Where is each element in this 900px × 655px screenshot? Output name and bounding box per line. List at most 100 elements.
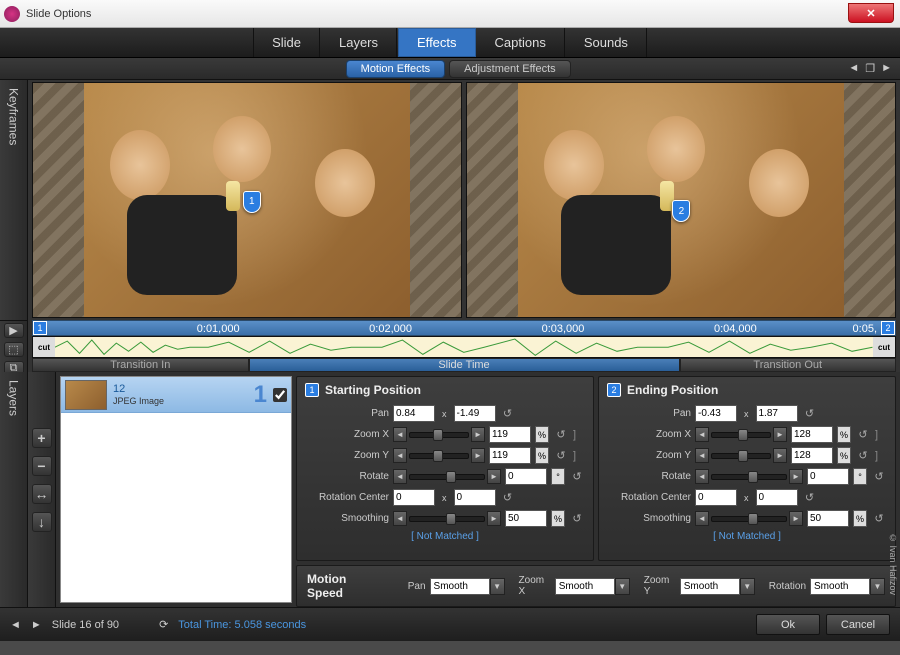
timeline[interactable]: 1 0:01,000 0:02,000 0:03,000 0:04,000 0:…	[28, 320, 900, 372]
reset-icon[interactable]: ↺	[855, 427, 871, 443]
statusbar: ◄ ► Slide 16 of 90 ⟳ Total Time: 5.058 s…	[0, 607, 900, 641]
end-rotcy-input[interactable]	[756, 489, 798, 506]
ok-button[interactable]: Ok	[756, 614, 820, 635]
step-right-icon[interactable]: ►	[471, 427, 485, 442]
tab-slide[interactable]: Slide	[253, 28, 320, 57]
start-rotate-input[interactable]	[505, 468, 547, 485]
timeline-flag-end[interactable]: 2	[881, 321, 895, 335]
next-effect-icon[interactable]: ►	[881, 62, 892, 75]
start-badge: 1	[305, 383, 319, 397]
move-layer-down-icon[interactable]: ↓	[32, 512, 52, 532]
ms-zoomx-select[interactable]	[555, 578, 615, 595]
start-zoomx-input[interactable]	[489, 426, 531, 443]
end-zoomy-input[interactable]	[791, 447, 833, 464]
start-rotcx-input[interactable]	[393, 489, 435, 506]
next-slide-icon[interactable]: ►	[31, 619, 42, 631]
subtab-adjustment-effects[interactable]: Adjustment Effects	[449, 60, 571, 78]
layer-visible-checkbox[interactable]	[273, 388, 287, 402]
end-zoomx-input[interactable]	[791, 426, 833, 443]
reset-icon[interactable]: ↺	[500, 490, 516, 506]
reset-icon[interactable]: ↺	[569, 469, 585, 485]
slide-position: Slide 16 of 90	[52, 619, 119, 631]
tab-layers[interactable]: Layers	[321, 28, 397, 57]
window-close-button[interactable]: ✕	[848, 3, 894, 23]
timeline-flag-start[interactable]: 1	[33, 321, 47, 335]
chevron-down-icon[interactable]: ▼	[615, 578, 630, 595]
titlebar: Slide Options ✕	[0, 0, 900, 28]
prev-slide-icon[interactable]: ◄	[10, 619, 21, 631]
end-zoomy-slider[interactable]	[711, 453, 771, 459]
end-not-matched-link[interactable]: [ Not Matched ]	[607, 531, 887, 542]
tab-effects[interactable]: Effects	[398, 28, 476, 57]
cut-in-button[interactable]: cut	[33, 337, 55, 357]
reset-icon[interactable]: ↺	[871, 469, 887, 485]
cut-out-button[interactable]: cut	[873, 337, 895, 357]
remove-layer-icon[interactable]: −	[32, 456, 52, 476]
start-pan-x-input[interactable]	[393, 405, 435, 422]
preview-end[interactable]: 2	[466, 82, 896, 318]
start-rotcy-input[interactable]	[454, 489, 496, 506]
start-rotate-slider[interactable]	[409, 474, 485, 480]
layer-row[interactable]: 12 JPEG Image 1	[61, 377, 291, 413]
motion-speed-title: Motion Speed	[307, 572, 384, 600]
keyframes-side-label[interactable]: Keyframes	[0, 80, 28, 320]
preview-area: 1 2	[28, 80, 900, 320]
play-icon[interactable]: ▶	[4, 323, 24, 338]
end-pan-y-input[interactable]	[756, 405, 798, 422]
keyframe-marker-1[interactable]: 1	[243, 191, 261, 213]
timeline-ruler[interactable]: 1 0:01,000 0:02,000 0:03,000 0:04,000 0:…	[32, 320, 896, 336]
keyframe-marker-2[interactable]: 2	[672, 200, 690, 222]
tab-captions[interactable]: Captions	[477, 28, 565, 57]
reset-icon[interactable]: ↺	[855, 448, 871, 464]
tab-sounds[interactable]: Sounds	[566, 28, 647, 57]
start-smoothing-slider[interactable]	[409, 516, 485, 522]
window-title: Slide Options	[26, 8, 91, 20]
end-rotate-slider[interactable]	[711, 474, 787, 480]
chevron-down-icon[interactable]: ▼	[490, 578, 505, 595]
segment-transition-out: Transition Out	[680, 358, 897, 372]
reset-icon[interactable]: ↺	[802, 406, 818, 422]
start-title: Starting Position	[325, 383, 421, 397]
preview-start[interactable]: 1	[32, 82, 462, 318]
start-not-matched-link[interactable]: [ Not Matched ]	[305, 531, 585, 542]
move-layer-horiz-icon[interactable]: ↔	[32, 484, 52, 504]
reset-icon[interactable]: ↺	[569, 511, 585, 527]
chevron-down-icon[interactable]: ▼	[740, 578, 755, 595]
chevron-down-icon[interactable]: ▼	[870, 578, 885, 595]
reset-icon[interactable]: ↺	[802, 490, 818, 506]
watermark: © Ivan Hafizov	[888, 533, 898, 595]
prev-effect-icon[interactable]: ◄	[848, 62, 859, 75]
segment-transition-in: Transition In	[32, 358, 249, 372]
subtab-motion-effects[interactable]: Motion Effects	[346, 60, 446, 78]
step-left-icon[interactable]: ◄	[393, 427, 407, 442]
link-zoom-icon[interactable]: ]	[875, 429, 887, 441]
cancel-button[interactable]: Cancel	[826, 614, 890, 635]
end-smoothing-input[interactable]	[807, 510, 849, 527]
add-keyframe-icon[interactable]: ⬚	[4, 342, 24, 357]
link-zoom-icon[interactable]: ]	[573, 429, 585, 441]
layers-side-label[interactable]: Layers	[0, 372, 28, 607]
end-rotate-input[interactable]	[807, 468, 849, 485]
start-zoomy-slider[interactable]	[409, 453, 469, 459]
ms-rotation-select[interactable]	[810, 578, 870, 595]
start-zoomx-slider[interactable]	[409, 432, 469, 438]
start-smoothing-input[interactable]	[505, 510, 547, 527]
add-layer-icon[interactable]: +	[32, 428, 52, 448]
copy-effect-icon[interactable]: ❐	[865, 62, 875, 75]
layer-name: 12	[113, 383, 248, 396]
audio-waveform[interactable]	[55, 337, 873, 357]
end-zoomx-slider[interactable]	[711, 432, 771, 438]
end-rotcx-input[interactable]	[695, 489, 737, 506]
start-zoomy-input[interactable]	[489, 447, 531, 464]
reset-icon[interactable]: ↺	[500, 406, 516, 422]
reset-icon[interactable]: ↺	[553, 427, 569, 443]
end-pan-x-input[interactable]	[695, 405, 737, 422]
ms-pan-select[interactable]	[430, 578, 490, 595]
reset-icon[interactable]: ↺	[553, 448, 569, 464]
start-pan-y-input[interactable]	[454, 405, 496, 422]
app-icon	[4, 6, 20, 22]
end-title: Ending Position	[627, 383, 718, 397]
ms-zoomy-select[interactable]	[680, 578, 740, 595]
reset-icon[interactable]: ↺	[871, 511, 887, 527]
end-smoothing-slider[interactable]	[711, 516, 787, 522]
